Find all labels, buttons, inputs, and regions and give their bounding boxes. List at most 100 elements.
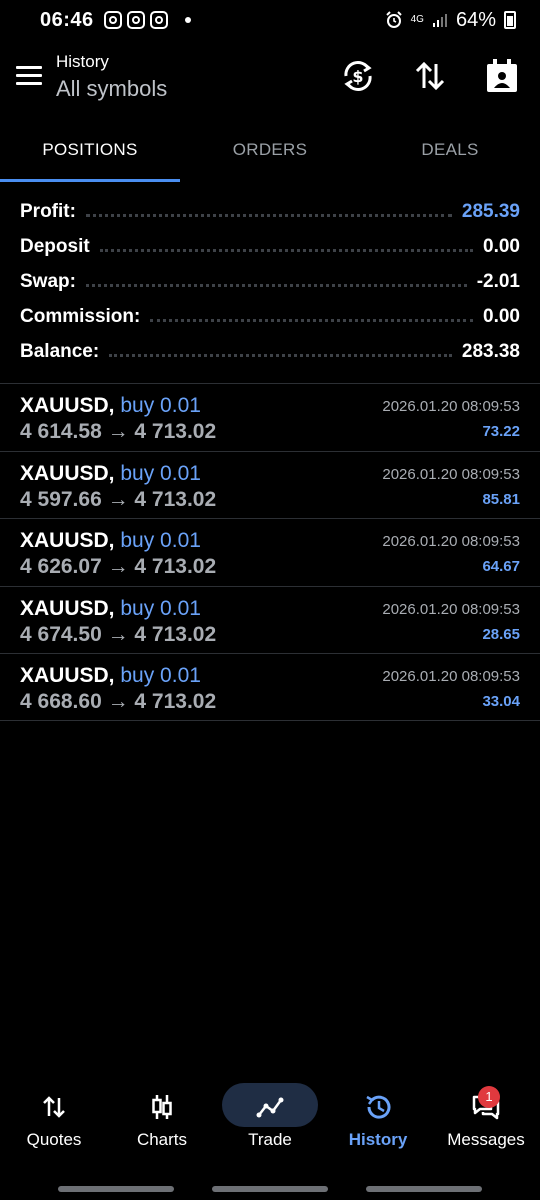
- position-header: XAUUSD, buy 0.01: [20, 462, 201, 486]
- position-profit: 85.81: [482, 490, 520, 508]
- history-icon: [366, 1095, 391, 1119]
- position-type: buy 0.01: [120, 596, 201, 620]
- position-time: 2026.01.20 08:09:53: [382, 398, 520, 415]
- nav-label: Trade: [248, 1130, 292, 1149]
- summary-row-commission: Commission: 0.00: [0, 299, 540, 334]
- position-header: XAUUSD, buy 0.01: [20, 394, 201, 418]
- position-row[interactable]: XAUUSD, buy 0.01 4 668.60 → 4 713.02 202…: [0, 653, 540, 721]
- position-type: buy 0.01: [120, 529, 201, 552]
- position-symbol: XAUUSD,: [20, 664, 115, 687]
- dot-leader: [150, 319, 474, 322]
- profit-value: 285.39: [461, 200, 520, 222]
- position-profit: 28.65: [482, 625, 520, 643]
- history-tabs: POSITIONS ORDERS DEALS: [0, 126, 540, 182]
- position-time: 2026.01.20 08:09:53: [382, 533, 520, 550]
- balance-value: 283.38: [461, 340, 520, 362]
- bottom-navigation: Quotes Charts Trade History Messages: [0, 1078, 540, 1168]
- position-type: buy 0.01: [120, 394, 201, 417]
- summary-row-profit: Profit: 285.39: [0, 194, 540, 229]
- summary-panel: Profit: 285.39 Deposit 0.00 Swap: -2.01 …: [0, 194, 540, 369]
- balance-label: Balance:: [20, 340, 100, 362]
- quotes-icon: [43, 1096, 65, 1118]
- position-time: 2026.01.20 08:09:53: [382, 668, 520, 685]
- position-symbol: XAUUSD,: [20, 394, 115, 417]
- back-handle[interactable]: [366, 1186, 482, 1192]
- deposit-label: Deposit: [20, 235, 90, 257]
- dot-leader: [85, 284, 467, 287]
- instagram-icon: [103, 11, 122, 29]
- nav-label: Quotes: [26, 1130, 82, 1149]
- sort-arrows-icon: [415, 61, 445, 91]
- system-navigation-bar: [0, 1186, 540, 1192]
- status-time: 06:46: [40, 8, 94, 31]
- summary-row-balance: Balance: 283.38: [0, 334, 540, 369]
- nav-trade[interactable]: Trade: [216, 1078, 324, 1168]
- dot-leader: [99, 249, 474, 252]
- alarm-icon: [385, 11, 402, 28]
- app-screen: 06:46 4G 64% History All symbols $ POSIT…: [0, 0, 540, 1200]
- summary-row-deposit: Deposit 0.00: [0, 229, 540, 264]
- messages-badge: 1: [478, 1086, 500, 1108]
- tab-deals[interactable]: DEALS: [360, 126, 540, 182]
- position-profit: 73.22: [482, 423, 520, 440]
- commission-value: 0.00: [483, 305, 520, 327]
- calendar-icon: [487, 59, 517, 92]
- nav-label: Messages: [447, 1130, 525, 1149]
- swap-label: Swap:: [20, 270, 76, 292]
- battery-percent: 64%: [455, 8, 496, 31]
- recent-apps-handle[interactable]: [58, 1186, 174, 1192]
- swap-value: -2.01: [476, 270, 520, 292]
- currency-sync-icon: $: [344, 61, 372, 91]
- network-type: 4G: [410, 14, 424, 25]
- deposit-value: 0.00: [483, 235, 520, 257]
- header: History All symbols $: [0, 44, 540, 114]
- positions-list: XAUUSD, buy 0.01 4 614.58 → 4 713.02 202…: [0, 383, 540, 721]
- dot-leader: [85, 214, 452, 217]
- notification-dot-icon: [184, 17, 191, 23]
- position-header: XAUUSD, buy 0.01: [20, 664, 201, 688]
- position-header: XAUUSD, buy 0.01: [20, 529, 201, 553]
- position-symbol: XAUUSD,: [20, 461, 115, 485]
- battery-icon: [504, 11, 516, 29]
- home-handle[interactable]: [212, 1186, 328, 1192]
- charts-icon: [152, 1095, 172, 1119]
- position-symbol: XAUUSD,: [20, 596, 115, 620]
- position-header: XAUUSD, buy 0.01: [20, 597, 201, 621]
- position-time: 2026.01.20 08:09:53: [382, 465, 520, 483]
- nav-history[interactable]: History: [324, 1078, 432, 1168]
- position-row[interactable]: XAUUSD, buy 0.01 4 614.58 → 4 713.02 202…: [0, 383, 540, 451]
- position-profit: 33.04: [482, 693, 520, 710]
- nav-quotes[interactable]: Quotes: [0, 1078, 108, 1168]
- position-row[interactable]: XAUUSD, buy 0.01 4 626.07 → 4 713.02 202…: [0, 518, 540, 586]
- signal-icon: [432, 14, 447, 27]
- position-prices: 4 597.66 → 4 713.02: [20, 487, 217, 511]
- tab-orders[interactable]: ORDERS: [180, 126, 360, 182]
- nav-charts[interactable]: Charts: [108, 1078, 216, 1168]
- position-prices: 4 626.07 → 4 713.02: [20, 555, 217, 578]
- menu-icon[interactable]: [16, 66, 42, 86]
- nav-label: History: [348, 1130, 408, 1149]
- status-bar: 06:46 4G 64%: [0, 0, 540, 40]
- trade-icon: [256, 1097, 284, 1118]
- position-time: 2026.01.20 08:09:53: [382, 600, 520, 618]
- summary-row-swap: Swap: -2.01: [0, 264, 540, 299]
- svg-text:$: $: [352, 67, 363, 86]
- position-row[interactable]: XAUUSD, buy 0.01 4 674.50 → 4 713.02 202…: [0, 585, 540, 654]
- tab-positions[interactable]: POSITIONS: [0, 126, 180, 182]
- currency-exchange-button[interactable]: $: [338, 56, 378, 96]
- position-prices: 4 668.60 → 4 713.02: [20, 690, 217, 713]
- dot-leader: [109, 354, 452, 357]
- position-type: buy 0.01: [120, 664, 201, 687]
- position-row[interactable]: XAUUSD, buy 0.01 4 597.66 → 4 713.02 202…: [0, 450, 540, 519]
- instagram-icon: [126, 11, 145, 29]
- status-indicators: 4G 64%: [385, 9, 516, 32]
- commission-label: Commission:: [20, 305, 141, 327]
- position-prices: 4 674.50 → 4 713.02: [20, 622, 217, 646]
- position-type: buy 0.01: [120, 461, 201, 485]
- calendar-button[interactable]: [482, 56, 522, 96]
- page-title: History: [56, 52, 109, 71]
- profit-label: Profit:: [20, 200, 76, 222]
- symbol-filter[interactable]: All symbols: [56, 76, 167, 102]
- instagram-icon: [149, 11, 168, 29]
- sort-button[interactable]: [410, 56, 450, 96]
